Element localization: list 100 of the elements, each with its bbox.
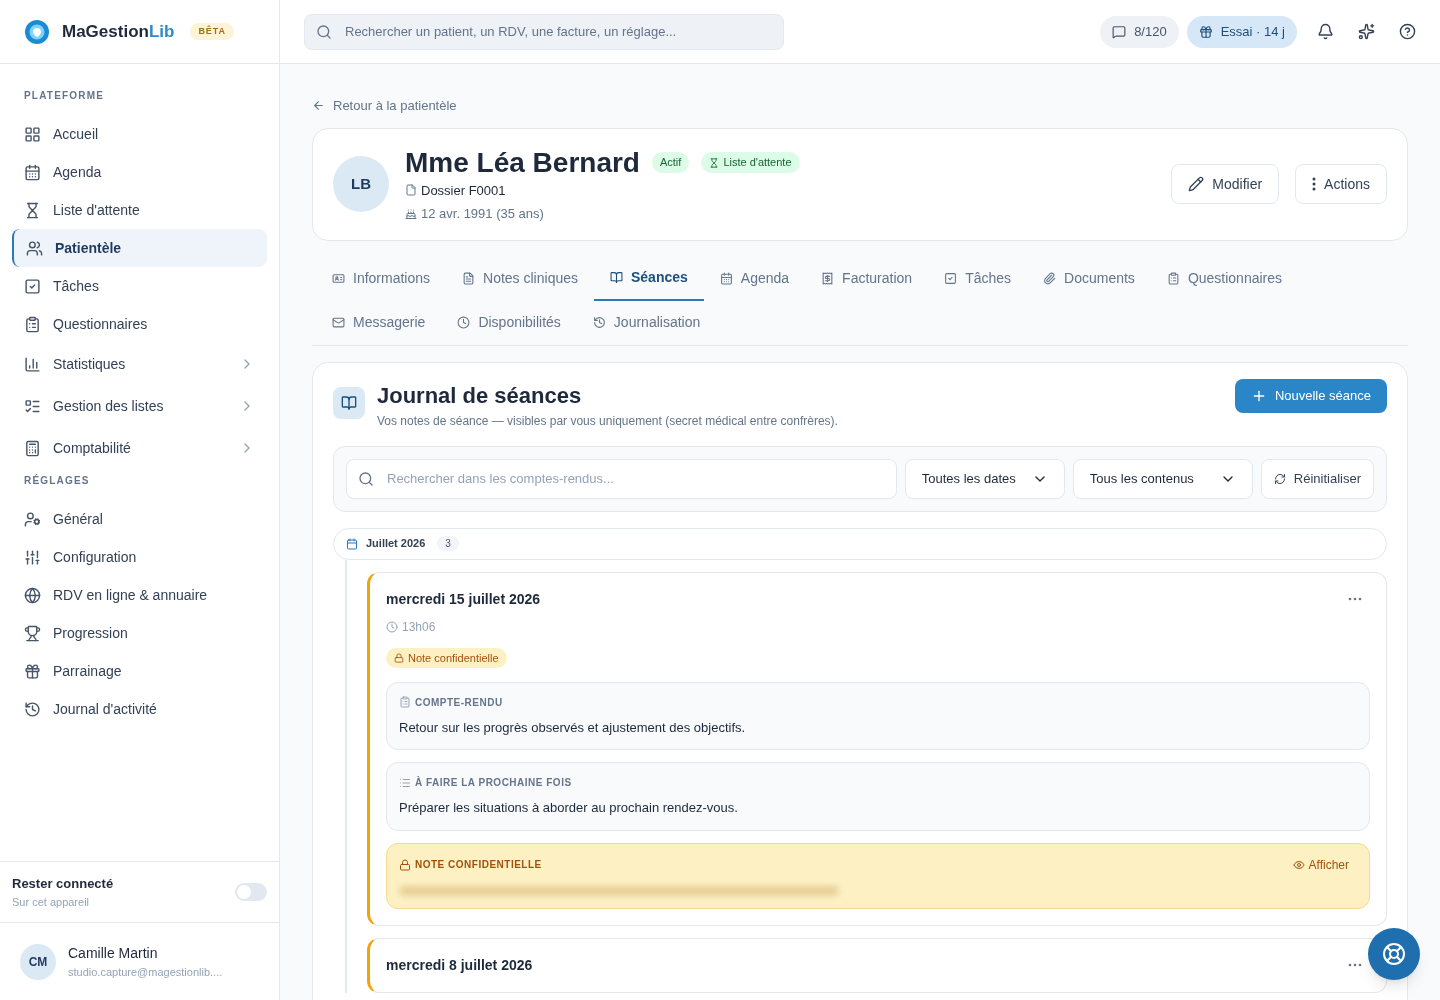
session-date: mercredi 15 juillet 2026 <box>386 589 542 609</box>
back-link[interactable]: Retour à la patientèle <box>312 96 1408 116</box>
sidebar-item[interactable]: Comptabilité <box>12 427 267 469</box>
note-text: Retour sur les progrès observés et ajustement des objectifs. <box>399 718 747 737</box>
sidebar-item[interactable]: Général <box>12 500 267 538</box>
section-heading: NOTE CONFIDENTIELLE <box>415 858 542 873</box>
beta-badge: BÊTA <box>190 22 234 41</box>
status-badge: Actif <box>651 152 690 173</box>
checkbox-icon <box>24 277 41 295</box>
book-icon <box>610 271 623 284</box>
show-button[interactable]: Afficher <box>1292 855 1357 874</box>
bar-chart-icon <box>24 355 41 373</box>
search-field[interactable]: Rechercher un patient, un RDV, une facture, un réglage... <box>304 13 784 50</box>
stay-connected-hint: Sur cet appareil <box>12 894 91 910</box>
tab[interactable]: Séances <box>594 256 704 301</box>
sidebar-item[interactable]: Journal d'activité <box>12 690 267 728</box>
globe-icon <box>24 586 41 604</box>
confidential-badge: Note confidentielle <box>386 647 507 668</box>
sparkles-icon[interactable] <box>1358 23 1375 40</box>
user-email: studio.capture@magestionlib.... <box>68 964 223 980</box>
sidebar-item[interactable]: Parrainage <box>12 652 267 690</box>
tab[interactable]: Agenda <box>703 256 806 301</box>
grid-icon <box>24 125 41 143</box>
hourglass-icon <box>24 201 41 219</box>
tab[interactable]: Disponibilités <box>441 300 577 345</box>
tab[interactable]: Facturation <box>805 256 929 301</box>
sidebar-item[interactable]: Progression <box>12 614 267 652</box>
sidebar-item[interactable]: Accueil <box>12 115 267 153</box>
notification-icon[interactable] <box>1317 23 1334 40</box>
receipt-icon <box>821 272 835 285</box>
journal-search-field[interactable]: Rechercher dans les comptes-rendus... <box>346 458 897 499</box>
date-dropdown[interactable]: Toutes les dates <box>904 458 1065 499</box>
journal-subtitle: Vos notes de séance — visibles par vous uniquement (secret médical entre confrères). <box>377 412 839 430</box>
search-icon <box>358 470 374 487</box>
history-icon <box>592 316 606 329</box>
stay-connected-label: Rester connecté <box>12 875 115 893</box>
new-session-button[interactable]: Nouvelle séance <box>1234 378 1387 413</box>
tab[interactable]: Documents <box>1027 256 1151 301</box>
sidebar-item[interactable]: Liste d'attente <box>12 191 267 229</box>
tab[interactable]: Journalisation <box>576 300 717 345</box>
id-card-icon <box>332 272 345 285</box>
section-title: RÉGLAGES <box>23 473 91 488</box>
calculator-icon <box>24 439 41 457</box>
sidebar-item[interactable]: Statistiques <box>12 343 267 385</box>
clock-icon <box>457 316 471 329</box>
help-icon[interactable] <box>1399 23 1416 40</box>
sidebar-item[interactable]: Configuration <box>12 538 267 576</box>
count-badge: 3 <box>437 536 459 551</box>
note-text: Préparer les situations à aborder au prochain rendez-vous. <box>399 799 739 818</box>
eye-icon <box>1292 858 1305 871</box>
trial-badge[interactable]: Essai · 14 j <box>1186 15 1297 48</box>
sidebar-item[interactable]: Questionnaires <box>12 305 267 343</box>
status-badge: Liste d'attente <box>701 152 800 173</box>
hourglass-icon <box>709 157 720 168</box>
calendar-icon <box>346 537 358 550</box>
document-icon <box>462 272 476 285</box>
reset-button[interactable]: Réinitialiser <box>1260 458 1374 499</box>
sidebar-item[interactable]: Gestion des listes <box>12 385 267 427</box>
clipboard-icon <box>24 315 41 333</box>
sliders-icon <box>24 548 41 566</box>
brand-name: MaGestionLib <box>62 20 175 43</box>
patient-avatar: LB <box>333 156 389 212</box>
clipboard-icon <box>1166 272 1180 285</box>
section-heading: À FAIRE LA PROCHAINE FOIS <box>415 775 572 791</box>
users-icon <box>26 239 43 257</box>
list-icon <box>399 776 411 789</box>
actions-button[interactable]: Actions <box>1295 164 1387 204</box>
section-title: PLATEFORME <box>23 89 106 103</box>
pencil-icon <box>1188 176 1205 192</box>
toggle-switch[interactable] <box>235 883 267 901</box>
document-icon <box>405 184 417 197</box>
clipboard-icon <box>399 696 411 709</box>
sidebar-item[interactable]: RDV en ligne & annuaire <box>12 576 267 614</box>
edit-button[interactable]: Modifier <box>1171 164 1280 204</box>
sidebar-item[interactable]: Patientèle <box>12 229 267 267</box>
calendar-icon <box>719 272 733 285</box>
more-icon[interactable] <box>1348 962 1362 967</box>
sidebar-item[interactable]: Agenda <box>12 153 267 191</box>
sidebar-item[interactable]: Tâches <box>12 267 267 305</box>
lock-icon <box>394 652 404 663</box>
search-icon <box>316 23 332 40</box>
tab[interactable]: Messagerie <box>316 300 442 345</box>
gift-icon <box>24 662 41 680</box>
paperclip-icon <box>1043 272 1057 285</box>
tab[interactable]: Questionnaires <box>1150 256 1299 301</box>
tab[interactable]: Notes cliniques <box>446 256 594 301</box>
history-icon <box>24 700 41 718</box>
tab[interactable]: Informations <box>316 256 447 301</box>
more-icon <box>1312 177 1317 191</box>
trophy-icon <box>24 624 41 642</box>
patient-name: Mme Léa Bernard <box>405 145 640 180</box>
calendar-icon <box>24 163 41 181</box>
user-avatar: CM <box>20 943 56 980</box>
list-icon <box>24 397 41 415</box>
sms-counter[interactable]: 8/120 <box>1100 15 1179 48</box>
more-icon[interactable] <box>1348 596 1362 601</box>
tab[interactable]: Tâches <box>928 256 1028 301</box>
dossier-number: Dossier F0001 <box>421 181 506 200</box>
journal-title: Journal de séances <box>377 381 583 410</box>
content-dropdown[interactable]: Tous les contenus <box>1072 458 1253 499</box>
